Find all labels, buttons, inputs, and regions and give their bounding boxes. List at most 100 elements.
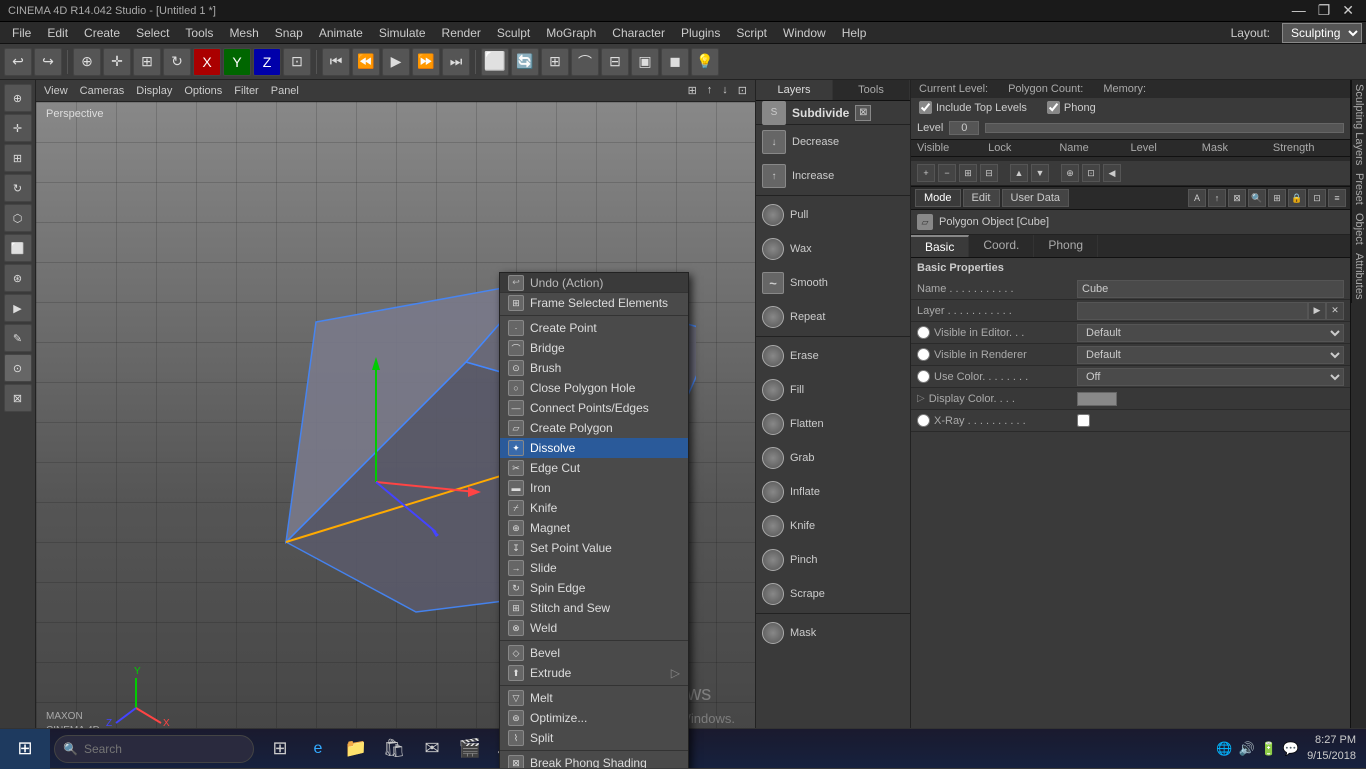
menu-help[interactable]: Help [834,24,875,42]
layer-dn-btn[interactable]: ▼ [1031,164,1049,182]
play-prev[interactable]: ⏪ [352,48,380,76]
menu-animate[interactable]: Animate [311,24,371,42]
xray-radio[interactable] [917,414,930,427]
start-button[interactable]: ⊞ [0,729,50,769]
layer-extra1[interactable]: ⊕ [1061,164,1079,182]
attr-icon4[interactable]: 🔍 [1248,189,1266,207]
layer-up-btn[interactable]: ▲ [1010,164,1028,182]
grid-btn[interactable]: ⊞ [541,48,569,76]
mode-btn[interactable]: Mode [915,189,961,207]
visible-render-radio[interactable] [917,348,930,361]
ctx-break-phong[interactable]: ⊠ Break Phong Shading [500,753,688,768]
smooth-tool[interactable]: ~ Smooth [756,266,910,300]
flatten-tool[interactable]: Flatten [756,407,910,441]
knife-tool[interactable]: Knife [756,509,910,543]
erase-tool[interactable]: Erase [756,339,910,373]
prop-layer-clear[interactable]: ✕ [1326,302,1344,320]
ctx-close-poly[interactable]: ○ Close Polygon Hole [500,378,688,398]
layers-tab[interactable]: Layers [756,80,833,100]
taskbar-explorer[interactable]: 📁 [338,731,374,767]
ctx-brush[interactable]: ⊙ Brush [500,358,688,378]
inflate-tool[interactable]: Inflate [756,475,910,509]
vert-attributes[interactable]: Attributes [1351,249,1366,303]
ctx-optimize[interactable]: ⊛ Optimize... [500,708,688,728]
ls-deform[interactable]: ⊛ [4,264,32,292]
visible-editor-radio[interactable] [917,326,930,339]
menu-simulate[interactable]: Simulate [371,24,434,42]
prop-visible-editor-select[interactable]: Default [1077,324,1344,342]
ctx-bevel[interactable]: ◇ Bevel [500,643,688,663]
decrease-tool[interactable]: ↓ Decrease [756,125,910,159]
prop-visible-render-select[interactable]: Default [1077,346,1344,364]
y-axis-btn[interactable]: Y [223,48,251,76]
ctx-magnet[interactable]: ⊕ Magnet [500,518,688,538]
basic-tab[interactable]: Basic [911,235,969,257]
del-layer-btn[interactable]: − [938,164,956,182]
attr-icon3[interactable]: ⊠ [1228,189,1246,207]
ls-scale[interactable]: ⊞ [4,144,32,172]
add-layer-btn[interactable]: + [917,164,935,182]
ls-move[interactable]: ✛ [4,114,32,142]
play-btn[interactable]: ▶ [382,48,410,76]
vp-nav3[interactable]: ↓ [718,84,732,97]
vp-options[interactable]: Options [180,85,226,97]
menu-create[interactable]: Create [76,24,128,42]
attr-icon7[interactable]: ⊡ [1308,189,1326,207]
ctx-iron[interactable]: ▬ Iron [500,478,688,498]
phong-check[interactable] [1047,101,1060,114]
vp-nav2[interactable]: ↑ [703,84,717,97]
attr-icon8[interactable]: ≡ [1328,189,1346,207]
taskbar-cinema4d[interactable]: 🎬 [452,731,488,767]
menu-plugins[interactable]: Plugins [673,24,728,42]
maximize-button[interactable]: ❐ [1318,2,1331,19]
spline-btn[interactable]: ⌒ [571,48,599,76]
ctx-frame-selected[interactable]: ⊞ Frame Selected Elements [500,293,688,313]
prop-display-color-box[interactable] [1077,392,1117,406]
prop-name-input[interactable] [1077,280,1344,298]
attr-icon6[interactable]: 🔒 [1288,189,1306,207]
taskbar-notification-icon[interactable]: 💬 [1283,741,1299,757]
close-button[interactable]: ✕ [1342,2,1354,19]
ls-model[interactable]: ⊕ [4,84,32,112]
menu-file[interactable]: File [4,24,39,42]
taskbar-task-view[interactable]: ⊞ [262,731,298,767]
pull-tool[interactable]: Pull [756,198,910,232]
scrape-tool[interactable]: Scrape [756,577,910,611]
render-view[interactable]: ▣ [631,48,659,76]
fill-tool[interactable]: Fill [756,373,910,407]
attr-icon1[interactable]: A [1188,189,1206,207]
render-all[interactable]: ◼ [661,48,689,76]
coord-tab[interactable]: Coord. [969,235,1034,257]
ctx-edge-cut[interactable]: ✂ Edge Cut [500,458,688,478]
play-next[interactable]: ⏩ [412,48,440,76]
vp-display[interactable]: Display [132,85,176,97]
x-axis-btn[interactable]: X [193,48,221,76]
vp-panel[interactable]: Panel [267,85,303,97]
prop-layer-btn[interactable]: ▶ [1308,302,1326,320]
coord-btn[interactable]: ⊡ [283,48,311,76]
ls-anim[interactable]: ▶ [4,294,32,322]
select-tool[interactable]: ⊕ [73,48,101,76]
ctx-dissolve[interactable]: ✦ Dissolve [500,438,688,458]
ls-extra[interactable]: ⊠ [4,384,32,412]
minimize-button[interactable]: — [1292,2,1306,19]
play-back[interactable]: ⏮ [322,48,350,76]
vp-filter[interactable]: Filter [230,85,262,97]
ctx-setpoint[interactable]: ↧ Set Point Value [500,538,688,558]
increase-tool[interactable]: ↑ Increase [756,159,910,193]
ctx-melt[interactable]: ▽ Melt [500,688,688,708]
taskbar-edge[interactable]: e [300,731,336,767]
vert-preset[interactable]: Preset [1351,169,1366,209]
prop-use-color-select[interactable]: Off [1077,368,1344,386]
light-btn[interactable]: 💡 [691,48,719,76]
ctx-connect[interactable]: — Connect Points/Edges [500,398,688,418]
level-input[interactable] [949,121,979,135]
expand-btn[interactable]: ⊠ [855,105,871,121]
prop-layer-input[interactable] [1077,302,1308,320]
layer-extra2[interactable]: ⊡ [1082,164,1100,182]
search-box[interactable]: 🔍 [54,735,254,763]
menu-mograph[interactable]: MoGraph [538,24,604,42]
vp-view[interactable]: View [40,85,72,97]
menu-tools[interactable]: Tools [177,24,221,42]
ctx-bridge[interactable]: ⌒ Bridge [500,338,688,358]
